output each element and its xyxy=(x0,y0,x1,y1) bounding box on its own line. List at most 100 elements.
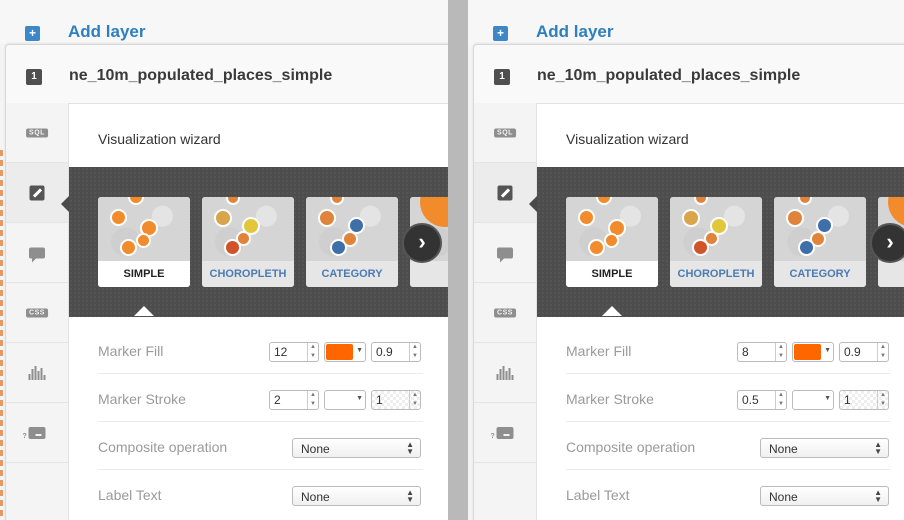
legend-icon: ? xyxy=(23,426,46,440)
marker-fill-color-picker[interactable]: ▼ xyxy=(792,342,834,362)
viz-card-category[interactable]: CATEGORY xyxy=(774,197,866,287)
label-text-select[interactable]: None ▲ ▼ xyxy=(760,486,889,506)
sidebar-item-sql[interactable]: SQL xyxy=(6,103,68,163)
sidebar-item-wizard[interactable] xyxy=(474,163,536,223)
marker-fill-opacity-stepper[interactable]: 0.9 ▲ ▼ xyxy=(839,342,889,362)
sidebar-item-sql[interactable]: SQL xyxy=(474,103,536,163)
marker-fill-opacity-stepper[interactable]: 0.9 ▲ ▼ xyxy=(371,342,421,362)
marker-stroke-opacity-value: 1 xyxy=(376,393,383,407)
sidebar-item-infowindow[interactable] xyxy=(474,223,536,283)
sidebar-item-filters[interactable] xyxy=(474,343,536,403)
choropleth-map-thumbnail xyxy=(670,197,762,261)
stepper-arrows-icon[interactable]: ▲ ▼ xyxy=(877,391,888,409)
marker-fill-width-value: 8 xyxy=(742,345,749,359)
sidebar-item-legends[interactable]: ? xyxy=(474,403,536,463)
marker-fill-width-value: 12 xyxy=(274,345,288,359)
viz-label: CATEGORY xyxy=(306,261,398,287)
composite-operation-value: None xyxy=(769,442,798,456)
select-arrows-icon: ▲ ▼ xyxy=(874,440,882,456)
choropleth-map-thumbnail xyxy=(202,197,294,261)
marker-stroke-width-value: 2 xyxy=(274,393,281,407)
marker-fill-color-swatch xyxy=(326,344,353,360)
speech-bubble-icon xyxy=(497,247,513,262)
composite-operation-select[interactable]: None ▲ ▼ xyxy=(760,438,889,458)
chevron-down-icon: ▼ xyxy=(356,395,363,402)
marker-fill-row: Marker Fill 12 ▲ ▼ ▼ 0.9 ▲ ▼ xyxy=(98,326,423,374)
sidebar-item-filters[interactable] xyxy=(6,343,68,403)
marker-stroke-color-swatch xyxy=(326,392,353,408)
carousel-next-button[interactable]: › xyxy=(402,223,442,263)
add-layer-link[interactable]: Add layer xyxy=(68,22,145,42)
viz-card-category[interactable]: CATEGORY xyxy=(306,197,398,287)
legend-help-mark: ? xyxy=(490,432,495,440)
stepper-arrows-icon[interactable]: ▲ ▼ xyxy=(307,343,318,361)
sql-icon: SQL xyxy=(26,128,48,137)
add-layer-link[interactable]: Add layer xyxy=(536,22,613,42)
layer-name[interactable]: ne_10m_populated_places_simple xyxy=(537,67,800,85)
stepper-arrows-icon[interactable]: ▲ ▼ xyxy=(307,391,318,409)
editor-panel-right: + Add layer 1 ne_10m_populated_places_si… xyxy=(468,0,904,520)
wizard-title: Visualization wizard xyxy=(566,131,689,147)
selected-viz-pointer xyxy=(602,306,622,316)
marker-fill-row: Marker Fill 8 ▲ ▼ ▼ 0.9 ▲ ▼ xyxy=(566,326,891,374)
add-layer-bar[interactable]: + Add layer xyxy=(468,0,904,44)
composite-operation-select[interactable]: None ▲ ▼ xyxy=(292,438,421,458)
viz-label: CHOROPLETH xyxy=(202,261,294,287)
marker-stroke-opacity-stepper[interactable]: 1 ▲ ▼ xyxy=(839,390,889,410)
marker-stroke-color-swatch xyxy=(794,392,821,408)
plus-icon[interactable]: + xyxy=(25,26,40,41)
label-text-select[interactable]: None ▲ ▼ xyxy=(292,486,421,506)
marker-stroke-color-picker[interactable]: ▼ xyxy=(792,390,834,410)
wizard-pointer xyxy=(61,196,69,212)
marker-fill-width-stepper[interactable]: 12 ▲ ▼ xyxy=(269,342,319,362)
sidebar-item-infowindow[interactable] xyxy=(6,223,68,283)
marker-fill-color-picker[interactable]: ▼ xyxy=(324,342,366,362)
composite-operation-label: Composite operation xyxy=(566,439,696,455)
histogram-icon xyxy=(496,365,514,380)
marker-stroke-row: Marker Stroke 0.5 ▲ ▼ ▼ 1 ▲ ▼ xyxy=(566,374,891,422)
category-map-thumbnail xyxy=(774,197,866,261)
wizard-pointer xyxy=(529,196,537,212)
marker-fill-color-swatch xyxy=(794,344,821,360)
marker-stroke-opacity-stepper[interactable]: 1 ▲ ▼ xyxy=(371,390,421,410)
stepper-arrows-icon[interactable]: ▲ ▼ xyxy=(775,343,786,361)
viz-label: CHOROPLETH xyxy=(670,261,762,287)
category-map-thumbnail xyxy=(306,197,398,261)
stepper-arrows-icon[interactable]: ▲ ▼ xyxy=(877,343,888,361)
viz-card-choropleth[interactable]: CHOROPLETH xyxy=(670,197,762,287)
viz-label: CATEGORY xyxy=(774,261,866,287)
sidebar-item-wizard[interactable] xyxy=(6,163,68,223)
label-text-row: Label Text None ▲ ▼ xyxy=(98,470,423,518)
marker-stroke-color-picker[interactable]: ▼ xyxy=(324,390,366,410)
marker-stroke-width-stepper[interactable]: 2 ▲ ▼ xyxy=(269,390,319,410)
marker-stroke-width-value: 0.5 xyxy=(742,393,759,407)
sidebar-item-css[interactable]: CSS xyxy=(6,283,68,343)
viz-label: BU xyxy=(410,261,448,287)
layer-number-badge: 1 xyxy=(26,69,42,85)
viz-card-simple[interactable]: SIMPLE xyxy=(566,197,658,287)
viz-card-choropleth[interactable]: CHOROPLETH xyxy=(202,197,294,287)
plus-icon[interactable]: + xyxy=(493,26,508,41)
marker-stroke-width-stepper[interactable]: 0.5 ▲ ▼ xyxy=(737,390,787,410)
select-arrows-icon: ▲ ▼ xyxy=(874,488,882,504)
composite-operation-label: Composite operation xyxy=(98,439,228,455)
carousel-next-button[interactable]: › xyxy=(870,223,904,263)
label-text-label: Label Text xyxy=(98,487,162,503)
viz-card-simple[interactable]: SIMPLE xyxy=(98,197,190,287)
select-arrows-icon: ▲ ▼ xyxy=(406,488,414,504)
marker-fill-width-stepper[interactable]: 8 ▲ ▼ xyxy=(737,342,787,362)
viz-label: SIMPLE xyxy=(566,261,658,287)
chevron-down-icon: ▼ xyxy=(356,347,363,354)
legend-icon: ? xyxy=(491,426,514,440)
viz-type-carousel: SIMPLE CHOROPLETH CATEGORY › xyxy=(537,167,904,317)
stepper-arrows-icon[interactable]: ▲ ▼ xyxy=(409,343,420,361)
stepper-arrows-icon[interactable]: ▲ ▼ xyxy=(775,391,786,409)
layer-card: 1 ne_10m_populated_places_simple SQL CSS… xyxy=(5,44,448,520)
css-icon: CSS xyxy=(26,308,48,317)
sidebar-item-css[interactable]: CSS xyxy=(474,283,536,343)
add-layer-bar[interactable]: + Add layer xyxy=(0,0,448,44)
layer-name[interactable]: ne_10m_populated_places_simple xyxy=(69,67,332,85)
layer-card: 1 ne_10m_populated_places_simple SQL CSS… xyxy=(473,44,904,520)
stepper-arrows-icon[interactable]: ▲ ▼ xyxy=(409,391,420,409)
sidebar-item-legends[interactable]: ? xyxy=(6,403,68,463)
